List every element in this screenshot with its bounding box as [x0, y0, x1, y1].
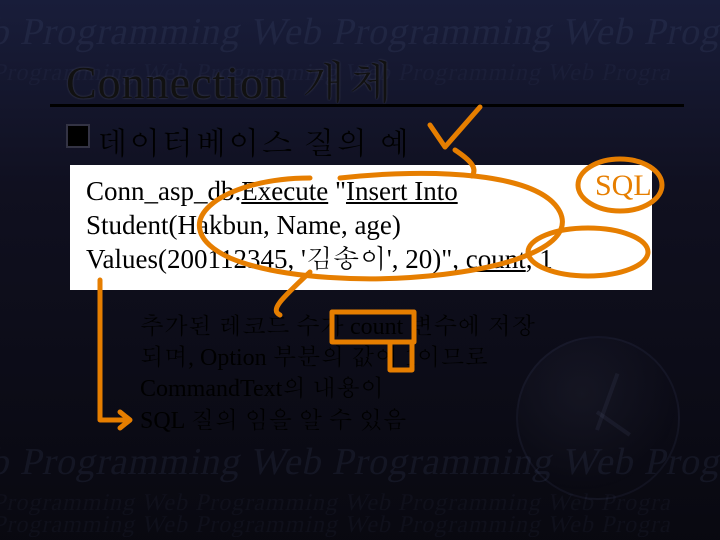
code-execute: Execute [241, 176, 328, 206]
explain-text: 되며, Option 부분의 값이 1이므로 [140, 345, 489, 371]
explain-text: CommandText의 내용이 [140, 376, 384, 402]
code-text: Conn_asp_db. [86, 176, 241, 206]
explain-text: SQL 질의 임을 알 수 있음 [140, 408, 406, 434]
code-text: " [328, 176, 346, 206]
explain-text: 변수에 저장 [403, 314, 535, 340]
code-text: Student(Hakbun, Name, age) [86, 210, 401, 240]
explain-text: 추가된 레코드 수가 [140, 314, 350, 340]
code-text: , 1 [526, 244, 553, 274]
bullet-text: 데이터베이스 질의 예 [96, 118, 411, 163]
bullet-square-icon [66, 124, 90, 148]
explanation-box: 추가된 레코드 수가 count 변수에 저장 되며, Option 부분의 값… [140, 312, 600, 437]
code-text: Values(200112345, '김송이', 20)" [86, 244, 452, 274]
explain-count: count [350, 314, 403, 340]
slide-title: Connection 개체 [66, 46, 395, 111]
code-box: Conn_asp_db.Execute "Insert Into Student… [70, 165, 652, 290]
code-insert: Insert Into [346, 176, 458, 206]
code-count: count [466, 244, 526, 274]
title-underline [50, 104, 684, 107]
code-text: , [452, 244, 466, 274]
